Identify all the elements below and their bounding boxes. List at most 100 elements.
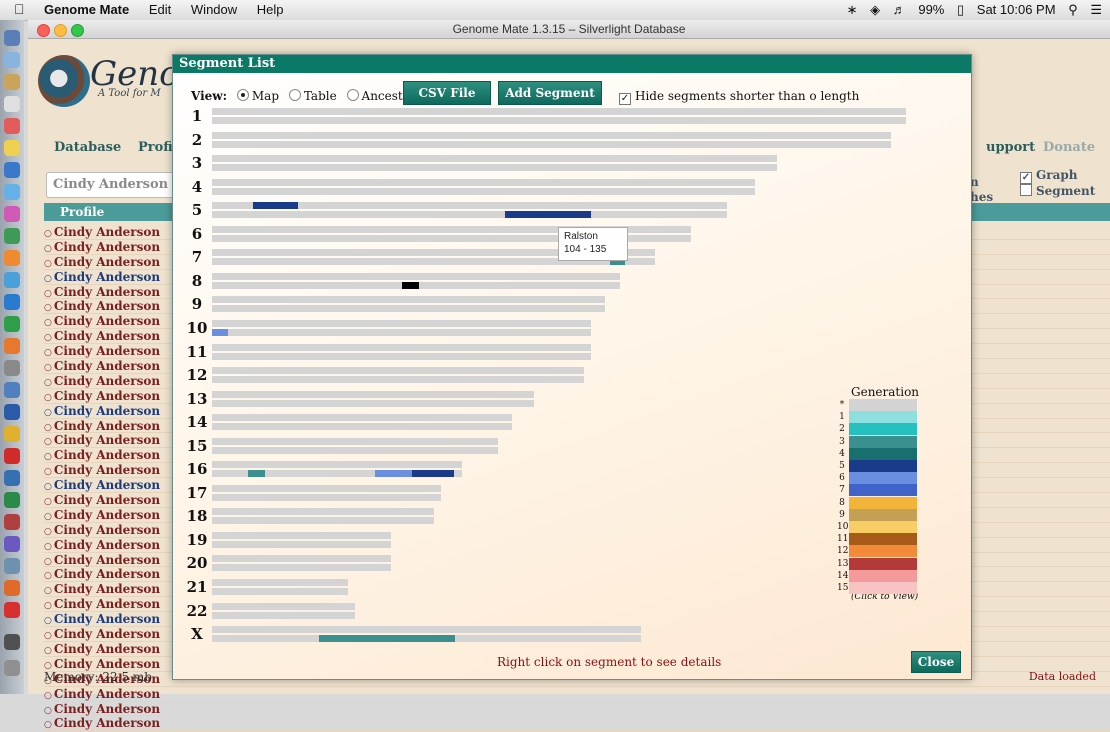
clock[interactable]: Sat 10:06 PM [977,2,1056,17]
view-table-label[interactable]: Table [304,89,337,103]
segment-option[interactable]: Segment [1020,184,1095,198]
profile-select-icon[interactable]: ○ [44,512,52,522]
dock-app-icon[interactable] [4,470,20,486]
menu-edit[interactable]: Edit [149,2,171,17]
menu-help[interactable]: Help [257,2,284,17]
chromosome-bar[interactable] [212,108,906,115]
dock-app-icon[interactable] [4,536,20,552]
profile-select-icon[interactable]: ○ [44,452,52,462]
chromosome-bar[interactable] [212,328,591,336]
legend-color-swatch[interactable] [849,521,917,533]
profile-select-icon[interactable]: ○ [44,557,52,567]
graph-option[interactable]: ✓ Graph [1020,168,1077,184]
legend-color-swatch[interactable] [849,399,917,411]
view-map-radio[interactable] [236,89,249,101]
dock-app-icon[interactable] [4,558,20,574]
chromosome-bar[interactable] [212,461,463,469]
notification-center-icon[interactable]: ☰ [1090,2,1102,17]
legend-color-swatch[interactable] [849,460,917,472]
chromosome-bar[interactable] [212,343,591,351]
battery-icon[interactable]: ▯ [957,2,964,17]
volume-icon[interactable]: ♬ [893,2,906,17]
nav-support[interactable]: upport [986,140,1035,155]
legend-color-swatch[interactable] [849,569,917,582]
profile-select-icon[interactable]: ○ [44,244,52,254]
profile-select-icon[interactable]: ○ [44,706,52,716]
profile-select-icon[interactable]: ○ [44,542,52,552]
chromosome-bar[interactable] [212,399,534,407]
chromosome-bar[interactable] [212,305,606,313]
chromosome-bar[interactable] [212,367,584,375]
profile-select-icon[interactable]: ○ [44,571,52,581]
legend-color-swatch[interactable] [849,411,917,424]
dock-app-icon[interactable] [4,492,20,508]
profile-select-icon[interactable]: ○ [44,363,52,373]
view-map-label[interactable]: Map [252,89,279,103]
chromosome-bar[interactable] [212,272,620,280]
chromosome-bar[interactable] [212,493,441,501]
dock-app-icon[interactable] [4,184,20,200]
chromosome-bar[interactable] [212,178,756,186]
trash-icon[interactable] [4,660,20,676]
chromosome-bar[interactable] [212,414,513,422]
nav-donate[interactable]: Donate [1043,140,1095,155]
dock-app-icon[interactable] [4,272,20,288]
dock-word-icon[interactable] [4,404,20,420]
chromosome-bar[interactable] [212,187,756,195]
chromosome-bar[interactable] [212,484,441,492]
legend-color-swatch[interactable] [849,447,917,460]
dock-chrome-icon[interactable] [4,426,20,442]
dock-app-icon[interactable] [4,580,20,596]
profile-column-header[interactable]: Profile [44,205,104,219]
profile-select-icon[interactable]: ○ [44,333,52,343]
legend-color-swatch[interactable] [849,423,917,436]
dock-app-icon[interactable] [4,360,20,376]
profile-select-icon[interactable]: ○ [44,289,52,299]
dock-app-icon[interactable] [4,52,20,68]
profile-select-icon[interactable]: ○ [44,229,52,239]
dna-segment[interactable] [402,281,419,289]
profile-select-icon[interactable]: ○ [44,691,52,701]
dock-app-icon[interactable] [4,382,20,398]
profile-select-icon[interactable]: ○ [44,616,52,626]
add-segment-button[interactable]: Add Segment [498,81,602,105]
chromosome-bar[interactable] [212,296,606,304]
chromosome-bar[interactable] [212,319,591,327]
chromosome-bar[interactable] [212,390,534,398]
graph-checkbox[interactable]: ✓ [1020,172,1032,184]
dock-app-icon[interactable] [4,228,20,244]
profile-select-icon[interactable]: ○ [44,378,52,388]
profile-row[interactable]: ○ Cindy Anderson [44,716,1110,732]
chromosome-bar[interactable] [212,446,498,454]
legend-color-swatch[interactable] [849,484,917,497]
segment-checkbox[interactable] [1020,184,1032,196]
view-ancestry-radio[interactable] [346,89,359,101]
profile-select-icon[interactable]: ○ [44,497,52,507]
profile-select-icon[interactable]: ○ [44,720,52,730]
chromosome-bar[interactable] [212,131,892,139]
profile-search-input[interactable]: Cindy Anderson [46,172,180,198]
chromosome-bar[interactable] [212,423,513,431]
profile-select-icon[interactable]: ○ [44,482,52,492]
profile-select-icon[interactable]: ○ [44,408,52,418]
dna-segment[interactable] [212,328,229,336]
legend-color-swatch[interactable] [849,533,917,546]
dock-app-icon[interactable] [4,118,20,134]
profile-select-icon[interactable]: ○ [44,646,52,656]
profile-select-icon[interactable]: ○ [44,274,52,284]
dock-app-icon[interactable] [4,514,20,530]
legend-color-swatch[interactable] [849,496,917,509]
dna-segment[interactable] [253,202,298,210]
dock-app-icon[interactable] [4,96,20,112]
spotlight-icon[interactable]: ⚲ [1068,2,1078,17]
chromosome-bar[interactable] [212,602,355,610]
profile-select-icon[interactable]: ○ [44,423,52,433]
profile-select-icon[interactable]: ○ [44,467,52,477]
chromosome-bar[interactable] [212,626,641,634]
legend-color-swatch[interactable] [849,472,917,485]
nav-database[interactable]: Database [54,140,121,155]
close-button[interactable]: Close [911,651,961,673]
zoom-window-button[interactable] [71,24,84,37]
close-window-button[interactable] [37,24,50,37]
hide-short-segments-option[interactable]: ✓ Hide segments shorter than o length [619,89,859,105]
